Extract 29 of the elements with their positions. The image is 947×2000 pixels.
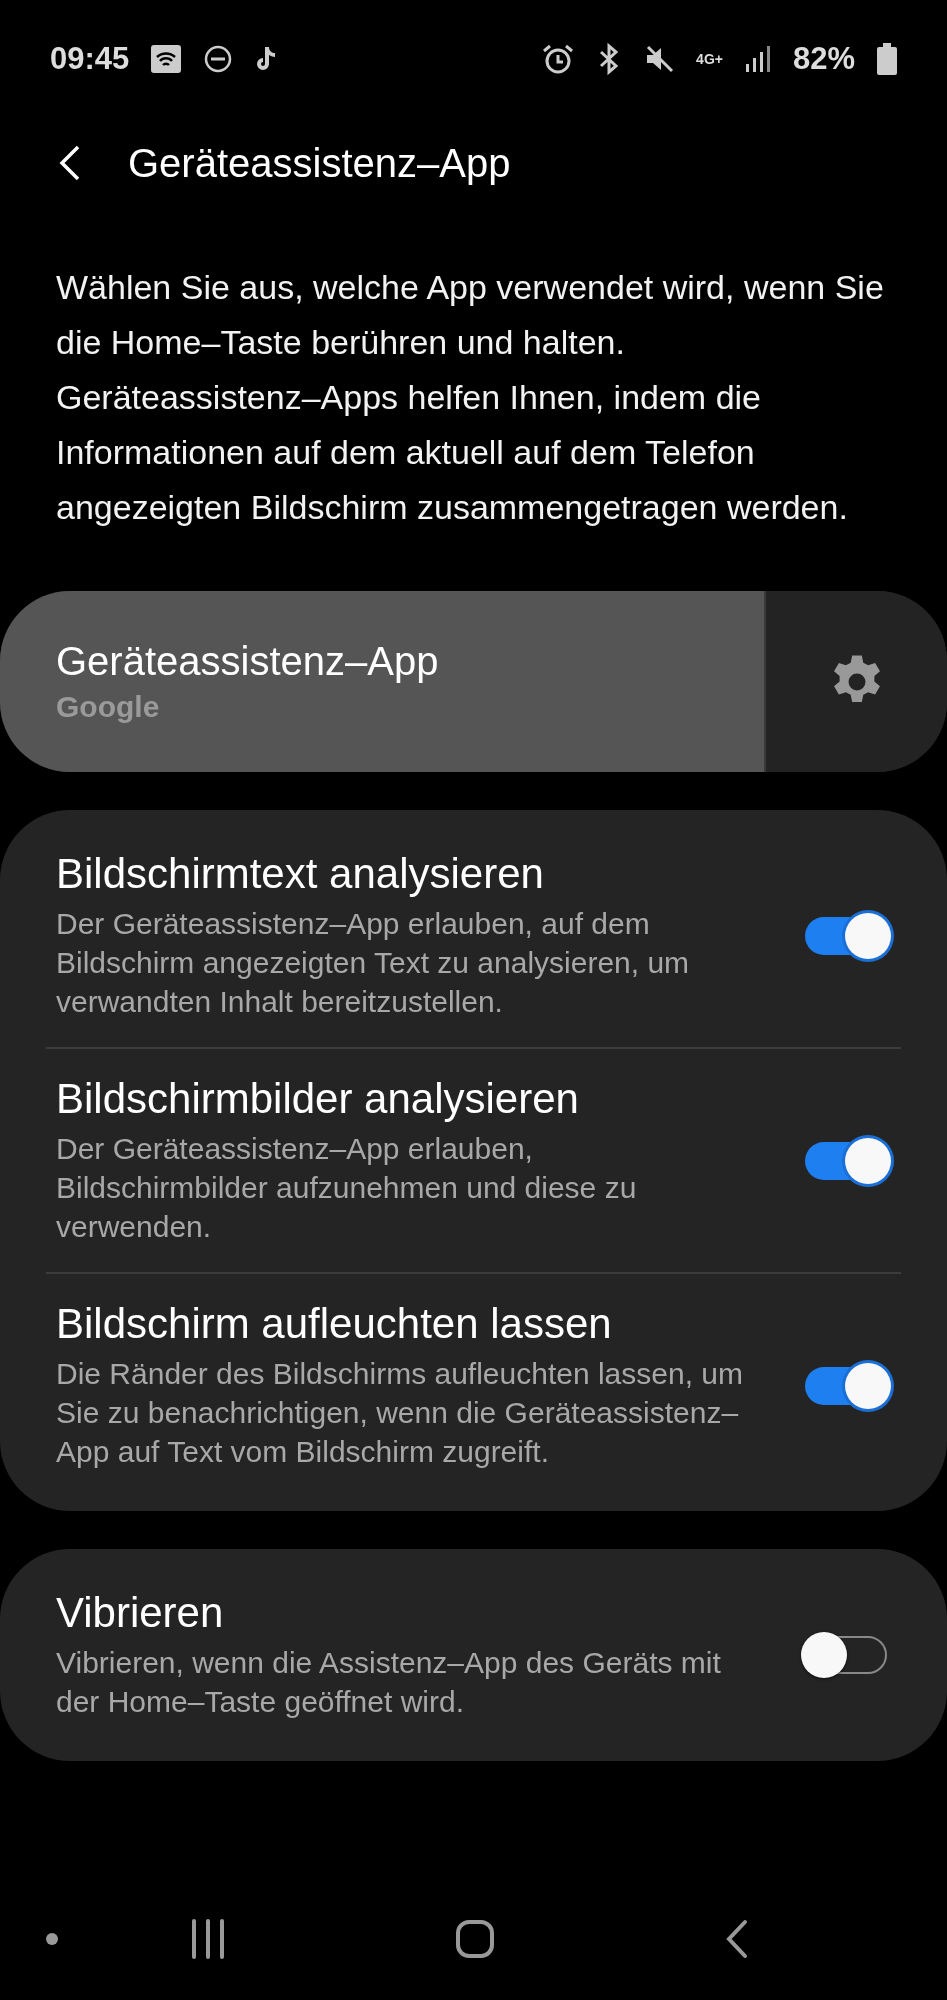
alarm-icon (542, 43, 575, 75)
setting-description: Die Ränder des Bildschirms aufleuchten lassen, um Sie zu benachrichtigen, wenn die Geräteassistenz–App auf Text vom Bildschirm zugreift. (56, 1356, 744, 1470)
do-not-disturb-icon (203, 44, 234, 74)
recent-apps-button[interactable] (190, 1919, 226, 1959)
page-title: Geräteassistenz–App (128, 140, 511, 186)
clock: 09:45 (50, 41, 130, 77)
dot-icon (46, 1933, 58, 1945)
battery-icon (877, 43, 897, 75)
back-button[interactable] (725, 1919, 749, 1959)
setting-description: Der Geräteassistenz–App erlauben, Bildschirmbilder aufzunehmen und diese zu verwenden. (56, 1131, 638, 1245)
setting-title: Bildschirm aufleuchten lassen (56, 1300, 613, 1348)
setting-description: Der Geräteassistenz–App erlauben, auf dem Bildschirm angezeigten Text zu analysieren, um verwandten Inhalt bereitzustellen. (56, 906, 691, 1020)
setting-description: Vibrieren, wenn die Assistenz–App des Geräts mit der Home–Taste geöffnet wird. (56, 1645, 722, 1720)
back-icon[interactable] (58, 143, 82, 183)
setting-title: Vibrieren (56, 1589, 225, 1637)
setting-title: Bildschirmtext analysieren (56, 850, 545, 898)
music-note-icon (255, 45, 278, 73)
home-button[interactable] (455, 1919, 495, 1959)
setting-value: Google (56, 690, 161, 724)
mute-icon (644, 44, 675, 74)
assistant-app-item[interactable]: Geräteassistenz–App Google (0, 591, 764, 772)
setting-title: Geräteassistenz–App (56, 639, 440, 684)
settings-button[interactable] (764, 591, 947, 772)
battery-percentage: 82% (792, 41, 855, 77)
wifi-icon (151, 45, 182, 73)
network-type: 4G+ (696, 52, 723, 66)
setting-title: Bildschirmbilder analysieren (56, 1075, 580, 1123)
signal-icon (744, 44, 771, 74)
description-text: Wählen Sie aus, welche App verwendet wird, wenn Sie die Home–Taste berühren und halten. Geräteassistenz–Apps helfen Ihnen, indem die Informationen auf dem aktuell auf dem Telefon angezeigten Bildschirm zusammengetragen werden. (56, 267, 885, 528)
